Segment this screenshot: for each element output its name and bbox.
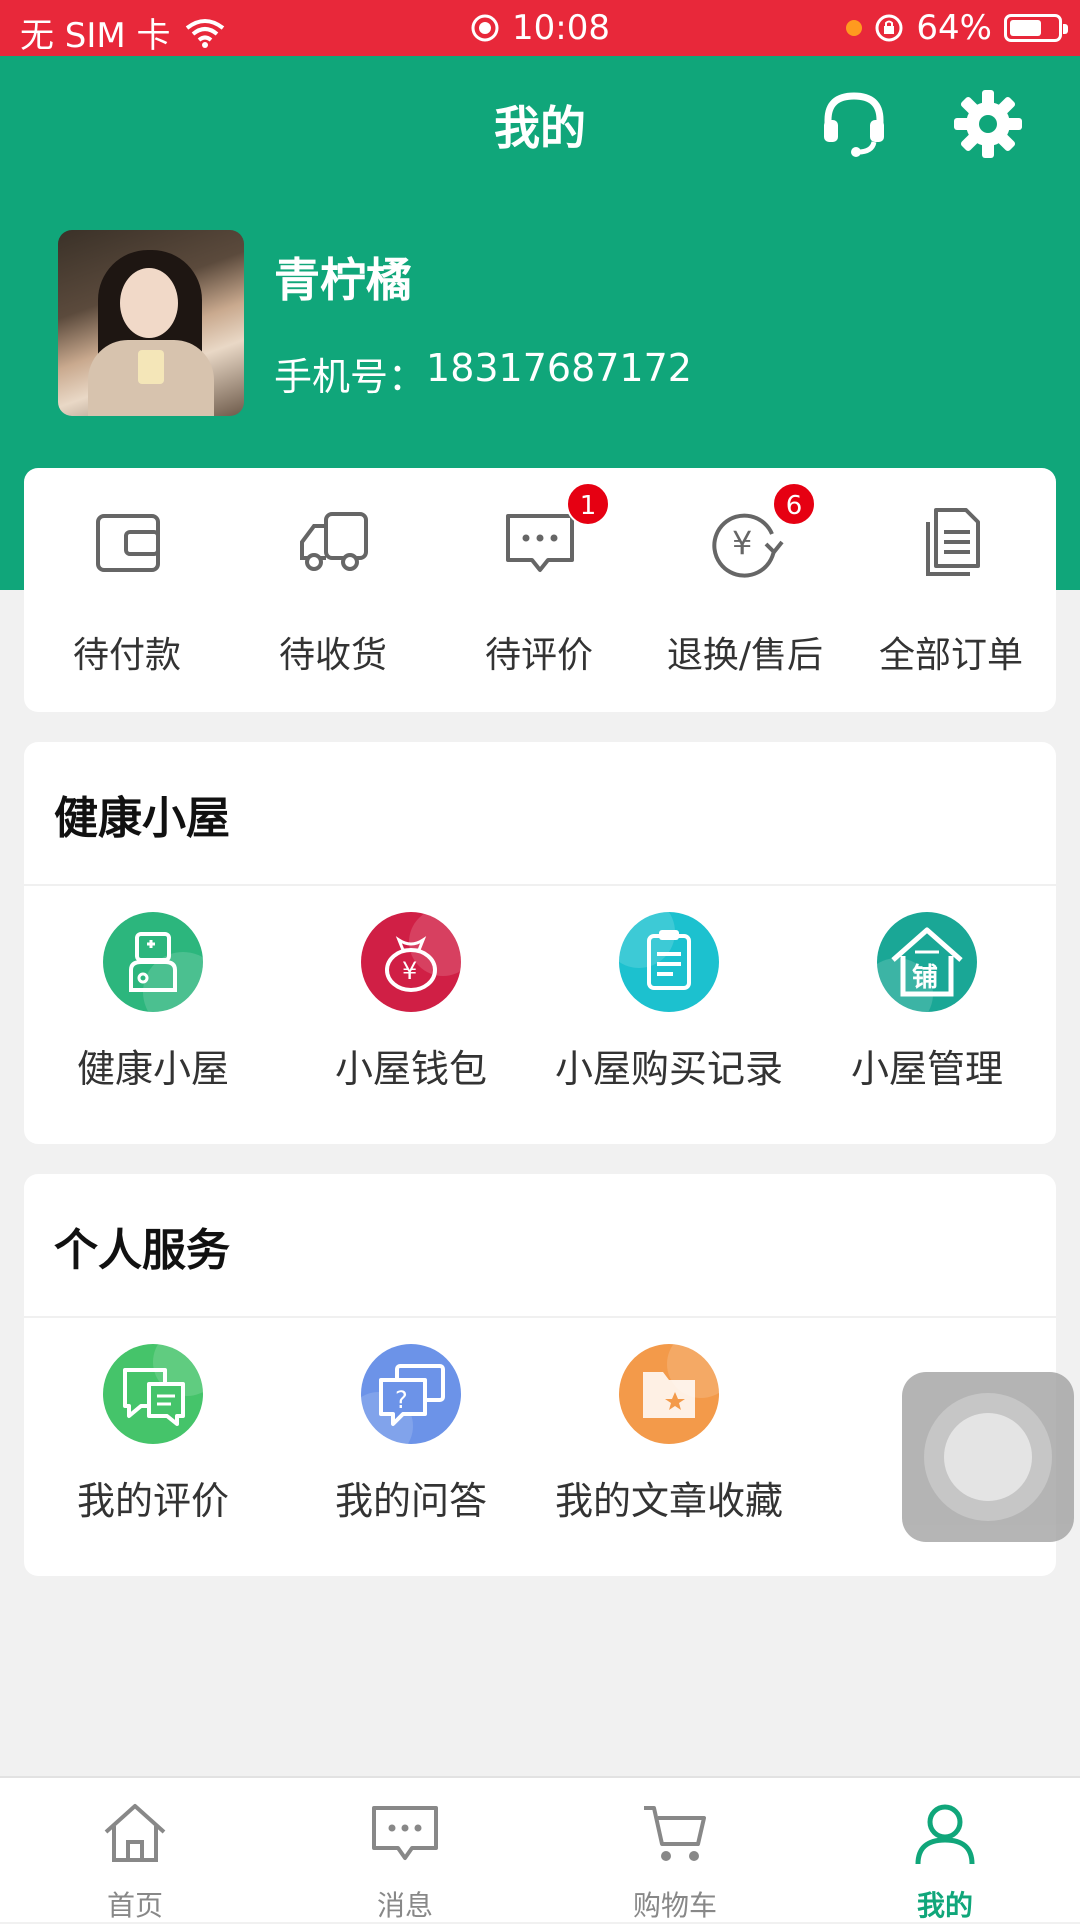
health-house-card: 健康小屋 健康小屋 ¥ 小屋钱包 小屋购买记录 铺 小屋管理 [24,742,1056,1144]
avatar[interactable] [58,230,244,416]
tab-home[interactable]: 首页 [0,1778,270,1922]
wifi-icon [185,18,224,48]
divider [24,1316,1056,1318]
clock-time: 10:08 [512,8,610,48]
order-refund-aftersale[interactable]: ¥ 6 退换/售后 [642,468,848,712]
page-title: 我的 [494,101,586,155]
battery-percent: 64% [916,8,992,48]
svg-text:¥: ¥ [402,957,417,985]
house-purchase-record-item[interactable]: 小屋购买记录 [540,912,798,1112]
clipboard-icon [619,912,719,1012]
person-icon [915,1804,975,1865]
tab-cart[interactable]: 购物车 [540,1778,810,1922]
folder-star-icon [619,1344,719,1444]
document-icon [926,508,980,576]
gear-icon[interactable] [950,86,1026,162]
record-icon [471,14,499,42]
phone-label: 手机号： [274,355,427,399]
review-icon [103,1344,203,1444]
review-count-badge: 1 [566,482,610,526]
qa-icon: ? [361,1344,461,1444]
battery-icon [1004,14,1068,42]
tab-messages[interactable]: 消息 [270,1778,540,1922]
truck-icon [300,512,368,571]
house-management-item[interactable]: 铺 小屋管理 [798,912,1056,1112]
orders-card: 待付款 待收货 1 待评价 ¥ 6 退换/售后 全部订单 [24,468,1056,712]
status-right: 64% [846,8,1068,48]
section-title: 个人服务 [54,1225,230,1276]
tab-mine[interactable]: 我的 [810,1778,1080,1922]
home-icon [104,1804,166,1862]
section-title: 健康小屋 [54,793,230,844]
divider [24,884,1056,886]
refund-icon: ¥ [712,513,784,578]
wallet-icon [96,514,160,572]
bottom-tab-bar: 首页 消息 购物车 我的 [0,1776,1080,1922]
house-wallet-item[interactable]: ¥ 小屋钱包 [282,912,540,1112]
carrier-text: 无 SIM 卡 [20,16,171,56]
doctor-icon [103,912,203,1012]
order-pending-payment[interactable]: 待付款 [24,468,230,712]
status-bar: 无 SIM 卡 10:08 64% [0,0,1080,56]
status-center: 10:08 [470,8,610,48]
message-icon [372,1806,438,1860]
order-pending-review[interactable]: 1 待评价 [436,468,642,712]
headset-icon[interactable] [816,86,892,162]
phone-row: 手机号： 18317687172 [274,346,692,401]
order-pending-receipt[interactable]: 待收货 [230,468,436,712]
assistive-touch-button[interactable] [902,1372,1074,1542]
rotation-lock-icon [875,14,903,42]
svg-text:铺: 铺 [912,963,938,993]
order-all[interactable]: 全部订单 [848,468,1054,712]
svg-text:¥: ¥ [732,524,752,562]
username: 青柠橘 [274,253,412,307]
mic-indicator-icon [846,20,863,36]
phone-number: 18317687172 [426,346,692,390]
my-article-favorites-item[interactable]: 我的文章收藏 [540,1344,798,1544]
money-bag-icon: ¥ [361,912,461,1012]
refund-count-badge: 6 [772,482,816,526]
status-left: 无 SIM 卡 [20,8,225,57]
svg-text:?: ? [395,1386,408,1414]
my-qa-item[interactable]: ? 我的问答 [282,1344,540,1544]
health-house-item[interactable]: 健康小屋 [24,912,282,1112]
shop-house-icon: 铺 [877,912,977,1012]
cart-icon [644,1806,706,1861]
chat-bubble-icon [506,514,574,572]
my-reviews-item[interactable]: 我的评价 [24,1344,282,1544]
